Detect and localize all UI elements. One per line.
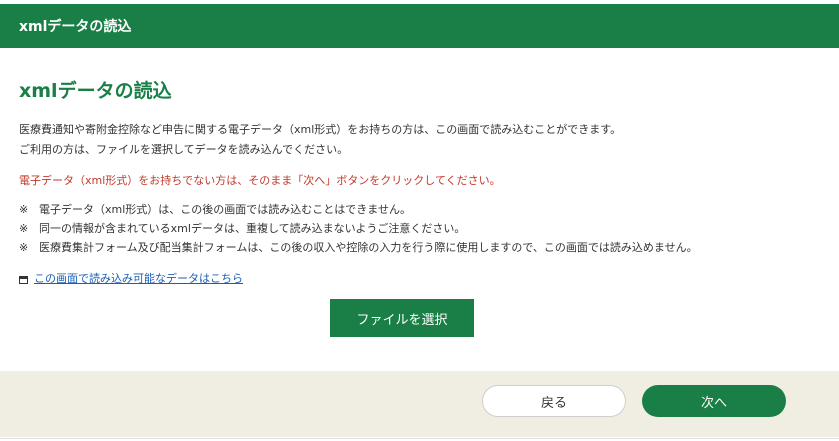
- header-title: xmlデータの読込: [19, 19, 132, 35]
- intro-text-1: 医療費通知や寄附金控除など申告に関する電子データ（xml形式）をお持ちの方は、こ…: [19, 123, 622, 136]
- warning-text: 電子データ（xml形式）をお持ちでない方は、そのまま「次へ」ボタンをクリックして…: [19, 174, 501, 187]
- note-text: 電子データ（xml形式）は、この後の画面では読み込むことはできません。: [39, 203, 411, 216]
- note-mark: ※: [19, 222, 29, 235]
- note-mark: ※: [19, 241, 29, 254]
- next-button[interactable]: 次へ: [642, 385, 786, 417]
- page-title: xmlデータの読込: [19, 80, 172, 102]
- note-text: 同一の情報が含まれているxmlデータは、重複して読み込まないようご注意ください。: [39, 222, 466, 235]
- bottom-divider: [0, 438, 839, 439]
- footer-bar: 戻る 次へ: [0, 371, 839, 437]
- back-button[interactable]: 戻る: [482, 385, 626, 417]
- note-item: ※ 同一の情報が含まれているxmlデータは、重複して読み込まないようご注意ください…: [19, 222, 465, 236]
- select-file-button[interactable]: ファイルを選択: [330, 299, 474, 337]
- window-icon: [19, 276, 28, 284]
- note-item: ※ 医療費集計フォーム及び配当集計フォームは、この後の収入や控除の入力を行う際に使…: [19, 241, 698, 255]
- note-item: ※ 電子データ（xml形式）は、この後の画面では読み込むことはできません。: [19, 203, 411, 217]
- note-mark: ※: [19, 203, 29, 216]
- note-text: 医療費集計フォーム及び配当集計フォームは、この後の収入や控除の入力を行う際に使用…: [39, 241, 698, 254]
- supported-data-link-row: この画面で読み込み可能なデータはこちら: [19, 272, 243, 286]
- app-header: xmlデータの読込: [0, 4, 839, 48]
- supported-data-link[interactable]: この画面で読み込み可能なデータはこちら: [34, 272, 243, 286]
- intro-text-2: ご利用の方は、ファイルを選択してデータを読み込んでください。: [19, 143, 349, 156]
